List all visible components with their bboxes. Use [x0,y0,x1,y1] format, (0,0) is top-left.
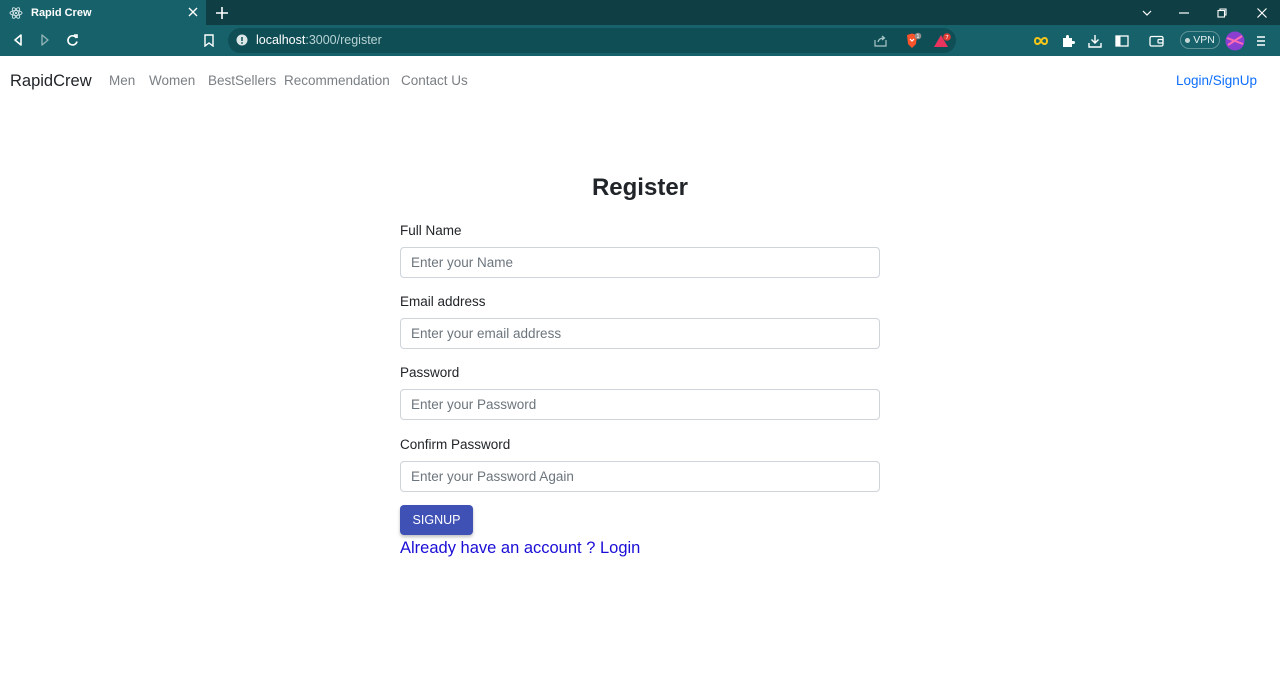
bookmark-icon[interactable] [199,30,219,50]
forward-icon[interactable] [35,30,55,50]
browser-tab[interactable]: Rapid Crew [0,0,206,25]
vpn-label: VPN [1193,34,1215,46]
share-icon[interactable] [870,31,890,51]
infinity-extension-icon[interactable] [1031,31,1051,51]
password-label: Password [400,365,460,380]
minimize-icon[interactable] [1175,4,1193,22]
close-tab-icon[interactable] [186,5,200,19]
confirm-password-label: Confirm Password [400,437,511,452]
nav-link-bestsellers[interactable]: BestSellers [208,73,276,88]
extensions-puzzle-icon[interactable] [1058,31,1078,51]
vpn-status-dot [1185,37,1191,43]
menu-hamburger-icon[interactable] [1251,31,1271,51]
nav-link-recommendation[interactable]: Recommendation [284,73,390,88]
profile-avatar[interactable] [1225,31,1245,51]
email-input[interactable] [400,318,880,349]
nav-link-men[interactable]: Men [109,73,135,88]
site-info-icon[interactable] [232,30,252,50]
page-title: Register [591,174,689,201]
password-input[interactable] [400,389,880,420]
url-text[interactable]: localhost:3000/register [256,33,382,47]
confirm-password-input[interactable] [400,461,880,492]
sidebar-icon[interactable] [1112,31,1132,51]
full-name-label: Full Name [400,223,462,238]
nav-link-women[interactable]: Women [149,73,195,88]
email-label: Email address [400,294,486,309]
nav-link-contact-us[interactable]: Contact Us [401,73,468,88]
login-signup-link[interactable]: Login/SignUp [1176,73,1257,88]
close-window-icon[interactable] [1253,4,1271,22]
signup-button[interactable]: SIGNUP [400,505,473,535]
back-icon[interactable] [8,30,28,50]
url-host: localhost [256,33,306,47]
brave-shields-icon[interactable]: 1 [903,31,923,51]
tab-title: Rapid Crew [31,6,92,19]
full-name-input[interactable] [400,247,880,278]
wallet-icon[interactable] [1146,31,1166,51]
brave-shields-badge: 1 [916,34,919,40]
brave-rewards-icon[interactable]: 7 [932,31,952,51]
brand-logo[interactable]: RapidCrew [10,72,92,91]
vpn-button[interactable]: VPN [1180,31,1220,49]
login-link[interactable]: Already have an account ? Login [400,539,640,558]
reload-icon[interactable] [62,30,82,50]
rewards-badge: 7 [945,35,949,41]
tab-search-chevron-icon[interactable] [1138,4,1156,22]
downloads-icon[interactable] [1085,31,1105,51]
restore-icon[interactable] [1213,4,1231,22]
react-favicon-icon [9,6,23,20]
new-tab-icon[interactable] [212,3,232,23]
url-path: :3000/register [305,33,382,47]
